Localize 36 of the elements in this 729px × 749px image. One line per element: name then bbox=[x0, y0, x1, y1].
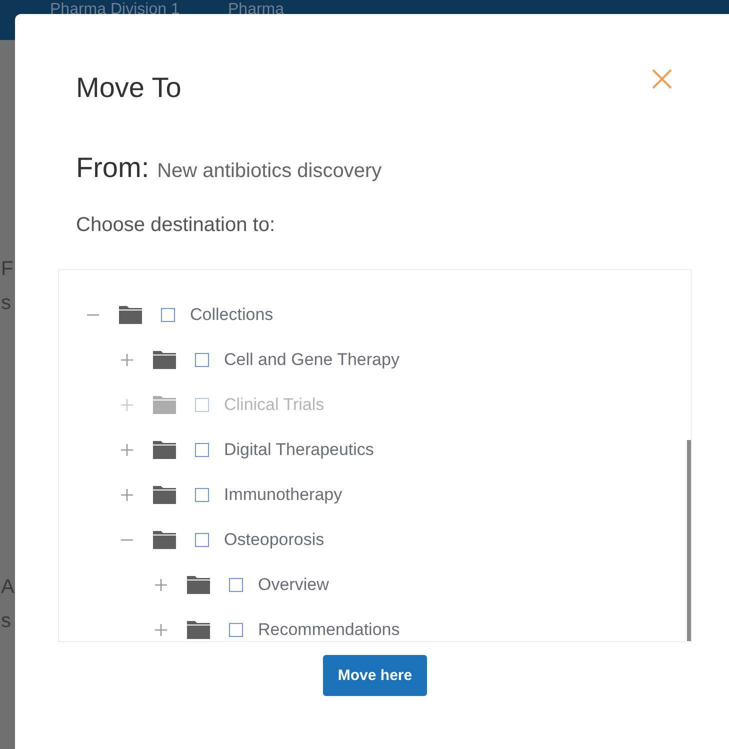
tree-item-label[interactable]: Cell and Gene Therapy bbox=[224, 350, 400, 370]
expand-icon[interactable] bbox=[154, 578, 168, 592]
header-text: Pharma Division 1 bbox=[50, 1, 180, 19]
checkbox[interactable] bbox=[229, 622, 243, 636]
close-icon[interactable] bbox=[652, 69, 672, 89]
checkbox[interactable] bbox=[195, 352, 209, 366]
tree-item-label[interactable]: Overview bbox=[258, 574, 329, 594]
checkbox[interactable] bbox=[195, 532, 209, 546]
folder-icon bbox=[187, 620, 210, 638]
tree-item-label[interactable]: Osteoporosis bbox=[224, 530, 324, 550]
folder-icon bbox=[119, 306, 142, 324]
folder-icon bbox=[153, 396, 176, 414]
tree-item-label[interactable]: Collections bbox=[190, 304, 274, 324]
scrollbar[interactable] bbox=[687, 440, 691, 641]
checkbox[interactable] bbox=[229, 578, 243, 592]
destination-prompt: Choose destination to: bbox=[76, 214, 276, 237]
checkbox[interactable] bbox=[161, 308, 175, 322]
tree-item-label[interactable]: Recommendations bbox=[258, 620, 400, 640]
folder-icon bbox=[153, 486, 176, 504]
expand-icon[interactable] bbox=[154, 622, 168, 636]
expand-icon[interactable] bbox=[120, 352, 134, 366]
expand-icon[interactable] bbox=[120, 488, 134, 502]
folder-icon bbox=[153, 530, 176, 548]
dialog-title: Move To bbox=[76, 71, 182, 105]
folder-icon bbox=[187, 576, 210, 594]
expand-icon[interactable] bbox=[120, 442, 134, 456]
from-value: New antibiotics discovery bbox=[157, 160, 382, 183]
checkbox[interactable] bbox=[195, 488, 209, 502]
tree-item-label[interactable]: Immunotherapy bbox=[224, 484, 342, 504]
folder-icon bbox=[153, 440, 176, 458]
move-here-button[interactable]: Move here bbox=[323, 655, 427, 696]
from-label: From: bbox=[76, 152, 150, 184]
header-text: Pharma bbox=[228, 1, 284, 19]
folder-icon bbox=[153, 350, 176, 368]
checkbox[interactable] bbox=[195, 442, 209, 456]
tree-item-label[interactable]: Digital Therapeutics bbox=[224, 440, 374, 460]
